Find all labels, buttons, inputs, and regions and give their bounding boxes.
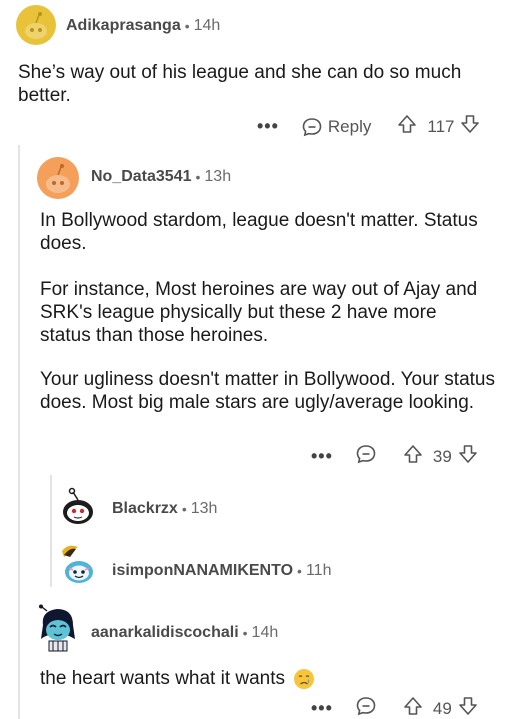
vote-count: 117 <box>427 116 455 136</box>
timestamp: 11h <box>305 562 332 579</box>
username[interactable]: Blackrzx <box>112 500 178 518</box>
upvote-arrow-icon <box>398 115 417 133</box>
comment-body-paragraph: In Bollywood stardom, league doesn't mat… <box>40 210 478 254</box>
vote-count: 39 <box>432 446 452 466</box>
downvote-button[interactable] <box>460 114 480 139</box>
username[interactable]: No_Data3541 <box>91 168 192 186</box>
snoo-avatar-icon <box>39 604 75 652</box>
username[interactable]: aanarkalidiscochali <box>91 624 239 642</box>
snoo-avatar-icon <box>62 545 93 583</box>
reply-button[interactable] <box>355 695 377 719</box>
comment-body: She’s way out of his league and she can … <box>18 62 462 106</box>
upvote-button[interactable] <box>403 444 423 469</box>
timestamp: 13h <box>190 500 218 517</box>
separator-dot: • <box>184 18 190 34</box>
comment-header[interactable]: Blackrzx • 13h <box>112 500 217 518</box>
comment-body-paragraph: Your ugliness doesn't matter in Bollywoo… <box>40 369 495 413</box>
username[interactable]: isimponNANAMIKENTO <box>112 562 293 580</box>
timestamp: 14h <box>193 17 221 34</box>
more-options-button[interactable]: ••• <box>311 446 333 467</box>
downvote-arrow-icon <box>461 115 480 133</box>
timestamp: 14h <box>251 624 279 641</box>
comment-actions: ••• 39 <box>311 443 478 470</box>
avatar[interactable] <box>37 157 79 199</box>
reply-button[interactable] <box>355 443 377 470</box>
separator-dot: • <box>181 501 187 517</box>
more-options-button[interactable]: ••• <box>311 698 333 719</box>
snoo-avatar-icon <box>25 12 47 39</box>
upvote-button[interactable] <box>397 114 417 139</box>
reply-label: Reply <box>327 116 372 136</box>
avatar[interactable] <box>16 5 56 45</box>
downvote-button[interactable] <box>458 444 478 469</box>
upvote-arrow-icon <box>404 445 422 463</box>
reply-icon <box>356 445 376 464</box>
comment-header: No_Data3541 • 13h <box>91 168 231 186</box>
downvote-button[interactable] <box>458 696 478 719</box>
separator-dot: • <box>195 169 201 185</box>
snoo-avatar-icon <box>46 164 70 193</box>
upvote-button[interactable] <box>403 696 423 719</box>
comment-body: the heart wants what it wants <box>40 667 490 690</box>
comment-body-paragraph: For instance, Most heroines are way out … <box>40 279 478 346</box>
vote-count: 49 <box>432 698 452 718</box>
upvote-arrow-icon <box>404 697 422 715</box>
separator-dot: • <box>242 625 248 641</box>
separator-dot: • <box>297 563 302 579</box>
comment-actions: ••• 49 <box>311 695 478 719</box>
comment-header: Adikaprasanga • 14h <box>66 17 220 35</box>
snoo-avatar-icon <box>63 487 93 524</box>
crying-face-emoji-icon <box>293 668 315 690</box>
avatar[interactable] <box>35 603 81 653</box>
downvote-arrow-icon <box>459 445 477 463</box>
downvote-arrow-icon <box>459 697 477 715</box>
thread-line-level2[interactable] <box>50 475 52 587</box>
comment-text: the heart wants what it wants <box>40 668 286 689</box>
avatar[interactable] <box>56 484 100 528</box>
avatar[interactable] <box>56 541 102 587</box>
comment-header: aanarkalidiscochali • 14h <box>91 624 278 642</box>
reply-icon <box>356 697 376 716</box>
username[interactable]: Adikaprasanga <box>66 17 181 35</box>
thread-line-level1[interactable] <box>18 145 20 719</box>
reply-icon <box>302 117 322 136</box>
comment-actions: ••• Reply 117 <box>257 114 480 139</box>
timestamp: 13h <box>204 168 232 185</box>
comment-header[interactable]: isimponNANAMIKENTO • 11h <box>112 562 331 580</box>
more-options-button[interactable]: ••• <box>257 116 279 137</box>
reply-button[interactable]: Reply <box>301 116 371 138</box>
